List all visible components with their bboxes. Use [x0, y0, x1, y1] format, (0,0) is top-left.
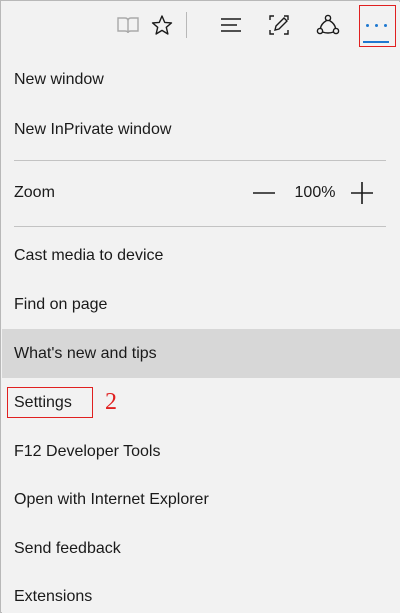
menu-item-cast-media[interactable]: Cast media to device — [2, 231, 400, 280]
toolbar — [2, 2, 400, 48]
menu-item-find-on-page[interactable]: Find on page — [2, 280, 400, 329]
menu-item-open-with-ie[interactable]: Open with Internet Explorer — [2, 475, 400, 524]
annotation-box-settings — [7, 387, 93, 418]
menu-item-extensions[interactable]: Extensions — [2, 572, 400, 613]
menu-item-new-inprivate-window[interactable]: New InPrivate window — [2, 105, 400, 154]
menu-item-whats-new[interactable]: What's new and tips — [2, 329, 400, 378]
more-actions-menu: New window New InPrivate window Zoom 100… — [2, 48, 400, 613]
zoom-in-button[interactable] — [350, 181, 374, 205]
menu-divider — [14, 160, 386, 161]
menu-divider — [14, 226, 386, 227]
zoom-label: Zoom — [14, 184, 55, 201]
menu-item-f12-developer-tools[interactable]: F12 Developer Tools — [2, 427, 400, 476]
zoom-value: 100% — [294, 184, 336, 201]
annotation-box-more-actions — [359, 5, 396, 47]
browser-menu-window: 1 New window New InPrivate window Zoom 1… — [0, 0, 400, 613]
toolbar-separator — [186, 12, 187, 38]
zoom-out-button[interactable] — [252, 183, 276, 203]
hub-icon[interactable] — [211, 2, 251, 48]
zoom-row: Zoom 100% — [2, 162, 400, 224]
favorites-star-icon[interactable] — [142, 2, 182, 48]
web-note-icon[interactable] — [259, 2, 299, 48]
share-icon[interactable] — [308, 2, 348, 48]
annotation-number-2: 2 — [105, 389, 117, 415]
menu-item-new-window[interactable]: New window — [2, 55, 400, 104]
menu-item-send-feedback[interactable]: Send feedback — [2, 524, 400, 573]
